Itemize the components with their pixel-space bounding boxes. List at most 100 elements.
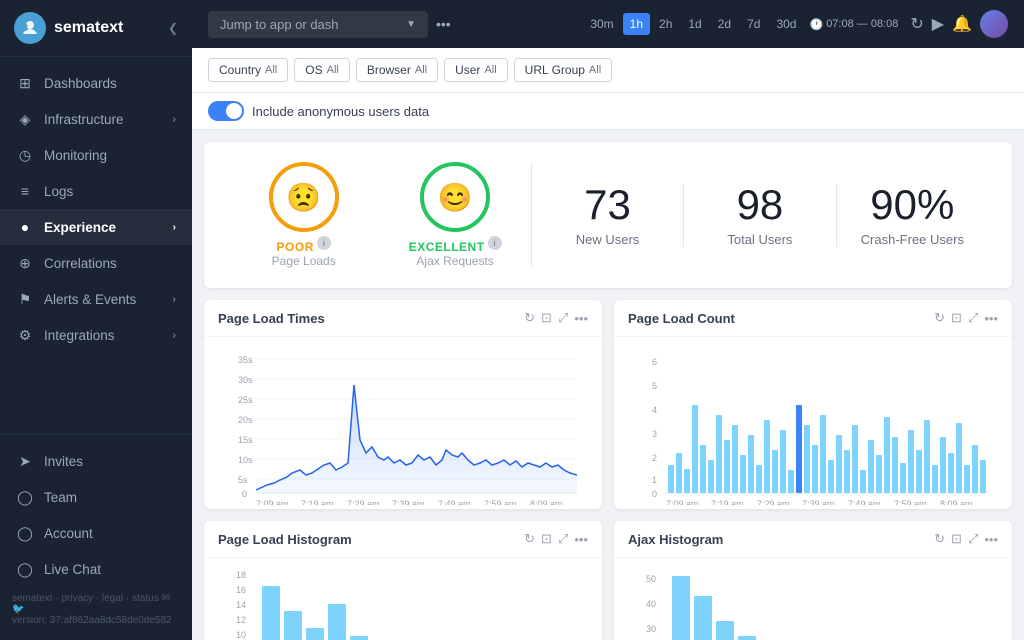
- more-hist-icon[interactable]: •••: [574, 532, 588, 547]
- more-options-button[interactable]: •••: [436, 16, 451, 32]
- sidebar-bottom: ➤ Invites ◯ Team ◯ Account ◯ Live Chat s…: [0, 434, 192, 640]
- page-load-count-chart: 6 5 4 3 2 1 0: [622, 345, 992, 505]
- more-chart-icon[interactable]: •••: [574, 311, 588, 326]
- filter-country[interactable]: Country All: [208, 58, 288, 82]
- refresh-icon[interactable]: ↻: [910, 14, 923, 34]
- crash-free-number: 90%: [870, 184, 954, 226]
- user-avatar[interactable]: [980, 10, 1008, 38]
- time-30d-button[interactable]: 30d: [769, 13, 803, 35]
- svg-text:40: 40: [646, 599, 656, 609]
- time-2h-button[interactable]: 2h: [652, 13, 679, 35]
- alerts-icon: ⚑: [16, 290, 34, 308]
- time-controls: 30m 1h 2h 1d 2d 7d 30d: [583, 13, 803, 35]
- sidebar-item-experience[interactable]: ● Experience ›: [0, 209, 192, 245]
- dropdown-arrow-icon: ▼: [406, 19, 416, 30]
- ajax-score-info: EXCELLENT i: [409, 232, 502, 254]
- ajax-score: 😊 EXCELLENT i Ajax Requests: [379, 162, 531, 268]
- svg-text:20s: 20s: [238, 415, 253, 425]
- page-load-count-header: Page Load Count ↻ ⊡ ⤢ •••: [614, 300, 1012, 337]
- sidebar-item-logs[interactable]: ≡ Logs: [0, 173, 192, 209]
- logo-icon: [14, 12, 46, 44]
- svg-text:18: 18: [236, 570, 246, 580]
- svg-text:7:39 am: 7:39 am: [392, 499, 425, 505]
- sidebar-item-correlations[interactable]: ⊕ Correlations: [0, 245, 192, 281]
- expand-icon[interactable]: ⤢: [558, 310, 568, 326]
- sidebar-item-alerts[interactable]: ⚑ Alerts & Events ›: [0, 281, 192, 317]
- svg-text:1: 1: [652, 475, 657, 485]
- more-ajax-icon[interactable]: •••: [984, 532, 998, 547]
- refresh-count-icon[interactable]: ↻: [934, 310, 945, 326]
- sidebar-item-team[interactable]: ◯ Team: [0, 479, 192, 515]
- sidebar-item-invites[interactable]: ➤ Invites: [0, 443, 192, 479]
- nav-section: ⊞ Dashboards ◈ Infrastructure › ◷ Monito…: [0, 57, 192, 434]
- page-loads-info-icon[interactable]: i: [317, 236, 331, 250]
- page-load-times-header: Page Load Times ↻ ⊡ ⤢ •••: [204, 300, 602, 337]
- app-selector[interactable]: Jump to app or dash ▼: [208, 11, 428, 38]
- total-users-label: Total Users: [727, 232, 792, 247]
- sidebar-item-integrations[interactable]: ⚙ Integrations ›: [0, 317, 192, 353]
- svg-text:10s: 10s: [238, 455, 253, 465]
- snapshot-icon[interactable]: ⊡: [541, 310, 552, 326]
- anon-toggle[interactable]: [208, 101, 244, 121]
- time-30m-button[interactable]: 30m: [583, 13, 620, 35]
- logo-text: sematext: [54, 19, 123, 37]
- svg-text:7:29 am: 7:29 am: [347, 499, 380, 505]
- snapshot-hist-icon[interactable]: ⊡: [541, 531, 552, 547]
- new-users-number: 73: [584, 184, 631, 226]
- expand-count-icon[interactable]: ⤢: [968, 310, 978, 326]
- refresh-ajax-icon[interactable]: ↻: [934, 531, 945, 547]
- play-icon[interactable]: ▶: [932, 14, 944, 34]
- ajax-info-icon[interactable]: i: [488, 236, 502, 250]
- ajax-label: Ajax Requests: [416, 254, 493, 268]
- filter-os[interactable]: OS All: [294, 58, 350, 82]
- svg-text:15s: 15s: [238, 435, 253, 445]
- page-loads-score-label: POOR: [277, 240, 314, 254]
- notifications-icon[interactable]: 🔔: [952, 14, 972, 34]
- ajax-histogram-title: Ajax Histogram: [628, 532, 934, 547]
- time-7d-button[interactable]: 7d: [740, 13, 767, 35]
- chevron-right-icon-int: ›: [173, 330, 176, 341]
- svg-text:2: 2: [652, 453, 657, 463]
- refresh-chart-icon[interactable]: ↻: [524, 310, 535, 326]
- snapshot-count-icon[interactable]: ⊡: [951, 310, 962, 326]
- ajax-circle: 😊: [420, 162, 490, 232]
- svg-text:0: 0: [652, 489, 657, 499]
- main-content: Jump to app or dash ▼ ••• 30m 1h 2h 1d 2…: [192, 0, 1024, 640]
- filter-browser[interactable]: Browser All: [356, 58, 438, 82]
- total-users-stat: 98 Total Users: [684, 184, 836, 247]
- sidebar-item-live-chat[interactable]: ◯ Live Chat: [0, 551, 192, 587]
- expand-ajax-icon[interactable]: ⤢: [968, 531, 978, 547]
- svg-text:7:09 am: 7:09 am: [666, 499, 699, 505]
- filter-url-group[interactable]: URL Group All: [514, 58, 612, 82]
- svg-text:7:09 am: 7:09 am: [256, 499, 289, 505]
- svg-text:14: 14: [236, 600, 246, 610]
- page-loads-score: 😟 POOR i Page Loads: [228, 162, 379, 268]
- svg-text:7:59 am: 7:59 am: [894, 499, 927, 505]
- sidebar-item-account[interactable]: ◯ Account: [0, 515, 192, 551]
- new-users-stat: 73 New Users: [532, 184, 684, 247]
- account-icon: ◯: [16, 524, 34, 542]
- time-1h-button[interactable]: 1h: [623, 13, 650, 35]
- integrations-icon: ⚙: [16, 326, 34, 344]
- sidebar-item-infrastructure[interactable]: ◈ Infrastructure ›: [0, 101, 192, 137]
- time-range-display: 🕐 07:08 — 08:08: [809, 18, 898, 31]
- filter-user[interactable]: User All: [444, 58, 508, 82]
- time-2d-button[interactable]: 2d: [711, 13, 738, 35]
- time-1d-button[interactable]: 1d: [681, 13, 708, 35]
- app-selector-text: Jump to app or dash: [220, 17, 339, 32]
- more-count-icon[interactable]: •••: [984, 311, 998, 326]
- refresh-hist-icon[interactable]: ↻: [524, 531, 535, 547]
- new-users-label: New Users: [576, 232, 640, 247]
- crash-free-label: Crash-Free Users: [861, 232, 964, 247]
- ajax-histogram-chart: 50 40 30 20 10: [622, 566, 992, 640]
- sidebar-item-dashboards[interactable]: ⊞ Dashboards: [0, 65, 192, 101]
- page-load-histogram-title: Page Load Histogram: [218, 532, 524, 547]
- expand-hist-icon[interactable]: ⤢: [558, 531, 568, 547]
- sidebar: sematext ❮ ⊞ Dashboards ◈ Infrastructure…: [0, 0, 192, 640]
- snapshot-ajax-icon[interactable]: ⊡: [951, 531, 962, 547]
- page-loads-circle: 😟: [269, 162, 339, 232]
- sidebar-item-monitoring[interactable]: ◷ Monitoring: [0, 137, 192, 173]
- live-chat-icon: ◯: [16, 560, 34, 578]
- collapse-button[interactable]: ❮: [168, 21, 178, 35]
- monitoring-icon: ◷: [16, 146, 34, 164]
